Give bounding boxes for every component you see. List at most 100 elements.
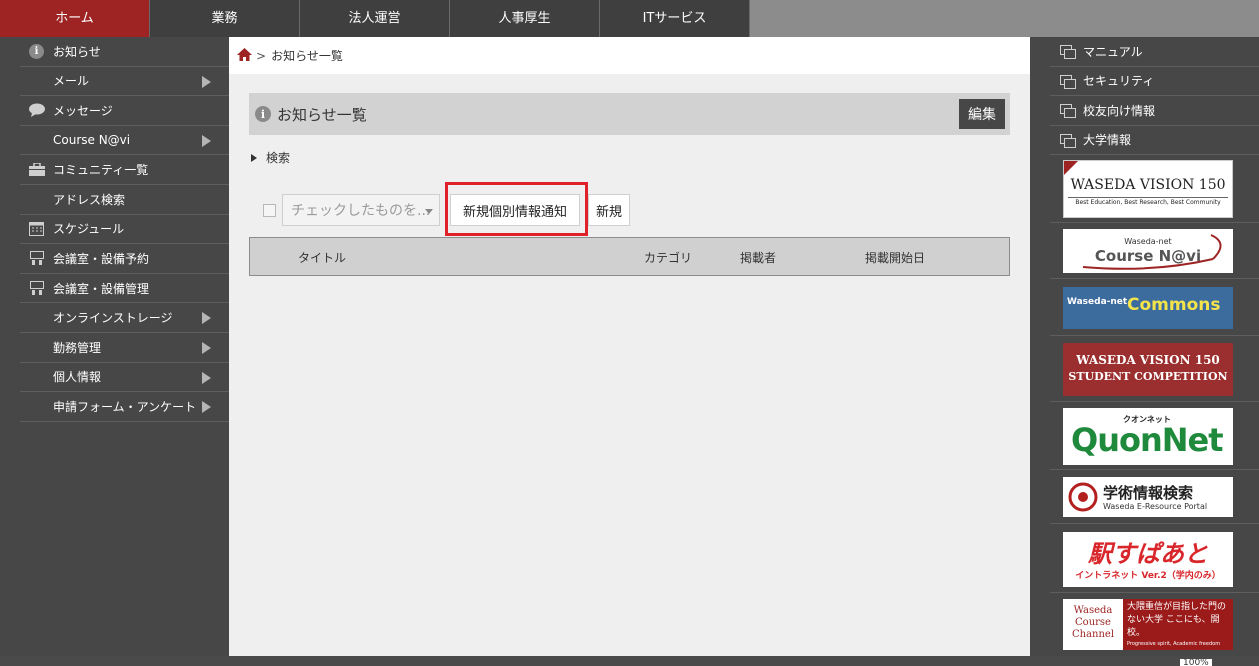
sidebar-item-label: コミュニティ一覧 (53, 163, 149, 178)
column-poster[interactable]: 掲載者 (740, 249, 776, 266)
banner-subtitle: Best Education, Best Research, Best Comm… (1075, 199, 1221, 206)
bulk-action-placeholder: チェックしたものを... (291, 203, 431, 219)
page-title: お知らせ一覧 (277, 105, 367, 124)
sidebar-item-attendance[interactable]: 勤務管理 (20, 333, 229, 363)
breadcrumb: > お知らせ一覧 (229, 37, 1030, 74)
search-label: 検索 (266, 151, 291, 165)
sidebar-item-label: メッセージ (53, 103, 113, 118)
home-icon[interactable] (237, 47, 252, 65)
banner-e-resource-portal[interactable]: 学術情報検索 Waseda E-Resource Portal (1063, 477, 1233, 517)
highlight-box (445, 182, 588, 236)
bulk-action-select[interactable]: チェックしたものを... (282, 194, 440, 226)
sidebar-item-mail[interactable]: メール (20, 67, 229, 97)
new-button[interactable]: 新規 (588, 194, 630, 226)
banner-commons[interactable]: Waseda-net Commons (1063, 287, 1233, 329)
panel-header: i お知らせ一覧 編集 (249, 93, 1010, 135)
sidebar-item-label: スケジュール (53, 222, 125, 237)
banner-label: イントラネット Ver.2（学内のみ） (1075, 571, 1221, 581)
banner-waseda-vision-150[interactable]: WASEDA VISION 150 Best Education, Best R… (1063, 160, 1233, 218)
banner-course-navi[interactable]: Waseda-net Course N@vi (1063, 229, 1233, 273)
sidebar-item-label: アドレス検索 (53, 192, 126, 207)
edit-button[interactable]: 編集 (959, 99, 1005, 129)
banner-quonnet[interactable]: クオンネット QuonNet (1063, 408, 1233, 465)
banner-label: 駅すぱあと (1088, 540, 1208, 568)
sidebar-item-label: 会議室・設備予約 (53, 251, 150, 266)
banner-label: Waseda E-Resource Portal (1103, 502, 1208, 511)
zoom-indicator[interactable]: 100% (1180, 659, 1212, 666)
link-security[interactable]: セキュリティ (1050, 67, 1259, 96)
submenu-arrow-icon (202, 312, 211, 325)
facility-icon (20, 281, 53, 296)
banner-label: STUDENT COMPETITION (1068, 370, 1228, 383)
expand-triangle-icon (251, 153, 257, 162)
banner-label: 大隈重信が目指した門のない大学 ここにも、開校。 (1127, 602, 1227, 638)
submenu-arrow-icon (202, 75, 211, 88)
column-start-date[interactable]: 掲載開始日 (865, 249, 925, 266)
link-university-info[interactable]: 大学情報 (1050, 126, 1259, 155)
breadcrumb-separator: > (256, 48, 267, 63)
banner-label: QuonNet (1071, 421, 1224, 459)
sidebar-item-forms[interactable]: 申請フォーム・アンケート (20, 392, 229, 422)
sidebar-item-online-storage[interactable]: オンラインストレージ (20, 303, 229, 333)
link-label: 校友向け情報 (1083, 103, 1156, 118)
sidebar-item-label: 申請フォーム・アンケート (53, 399, 197, 414)
sidebar-item-label: メール (53, 74, 90, 89)
sidebar-item-address-search[interactable]: アドレス検索 (20, 185, 229, 215)
sidebar-item-room-management[interactable]: 会議室・設備管理 (20, 274, 229, 304)
status-bar (0, 656, 1259, 666)
tab-home[interactable]: ホーム (0, 0, 150, 37)
sidebar-item-label: オンラインストレージ (53, 311, 173, 326)
sidebar-item-room-booking[interactable]: 会議室・設備予約 (20, 244, 229, 274)
sidebar-item-label: お知らせ (53, 44, 101, 59)
link-manual[interactable]: マニュアル (1050, 37, 1259, 67)
sidebar-item-label: 会議室・設備管理 (53, 281, 150, 296)
sidebar-item-course-navi[interactable]: Course N@vi (20, 126, 229, 156)
info-icon: i (20, 43, 53, 59)
submenu-arrow-icon (202, 134, 211, 147)
external-window-icon (1050, 133, 1083, 148)
search-toggle[interactable]: 検索 (251, 149, 290, 166)
sidebar-item-notices[interactable]: i お知らせ (20, 37, 229, 67)
left-sidebar: i お知らせ メール メッセージ Course N@vi コミュニティ一覧 アド… (0, 37, 229, 666)
table-header: タイトル カテゴリ 掲載者 掲載開始日 (249, 237, 1010, 276)
column-title[interactable]: タイトル (298, 249, 346, 266)
submenu-arrow-icon (202, 371, 211, 384)
sidebar-item-label: 勤務管理 (53, 340, 102, 355)
external-window-icon (1050, 74, 1083, 89)
globe-icon (1068, 482, 1098, 512)
banner-label: Progressive spirit, Academic freedom (1127, 641, 1221, 647)
banner-title: WASEDA VISION 150 (1070, 177, 1226, 193)
speech-bubble-icon (20, 103, 53, 118)
tab-business[interactable]: 業務 (150, 0, 300, 37)
banner-course-channel[interactable]: Waseda Course Channel 大隈重信が目指した門のない大学 ここ… (1063, 599, 1233, 650)
external-window-icon (1050, 45, 1083, 60)
link-label: 大学情報 (1083, 133, 1132, 148)
sidebar-item-personal-info[interactable]: 個人情報 (20, 363, 229, 393)
top-navigation: ホーム 業務 法人運営 人事厚生 ITサービス (0, 0, 1259, 37)
banner-label: Waseda Course Channel (1071, 605, 1115, 640)
tab-it-services[interactable]: ITサービス (600, 0, 750, 37)
breadcrumb-current: お知らせ一覧 (271, 49, 343, 63)
banner-ekispert[interactable]: 駅すぱあと イントラネット Ver.2（学内のみ） (1063, 532, 1233, 587)
sidebar-item-messages[interactable]: メッセージ (20, 96, 229, 126)
briefcase-icon (20, 163, 53, 177)
link-alumni[interactable]: 校友向け情報 (1050, 96, 1259, 126)
submenu-arrow-icon (202, 341, 211, 354)
sidebar-item-schedule[interactable]: スケジュール (20, 215, 229, 245)
calendar-icon (20, 221, 53, 236)
select-all-checkbox[interactable] (263, 203, 276, 217)
sidebar-item-label: Course N@vi (53, 133, 131, 148)
link-label: マニュアル (1083, 44, 1143, 59)
banner-vision-student-competition[interactable]: WASEDA VISION 150 STUDENT COMPETITION (1063, 343, 1233, 396)
chevron-down-icon (425, 209, 433, 214)
submenu-arrow-icon (202, 401, 211, 414)
facility-icon (20, 251, 53, 266)
sidebar-item-label: 個人情報 (53, 370, 102, 385)
sidebar-item-community[interactable]: コミュニティ一覧 (20, 155, 229, 185)
tab-hr[interactable]: 人事厚生 (450, 0, 600, 37)
banner-label: Waseda-net (1067, 297, 1128, 307)
tab-corporate[interactable]: 法人運営 (300, 0, 450, 37)
banner-label: WASEDA VISION 150 (1076, 353, 1220, 367)
info-icon: i (255, 106, 271, 122)
column-category[interactable]: カテゴリ (644, 249, 692, 266)
